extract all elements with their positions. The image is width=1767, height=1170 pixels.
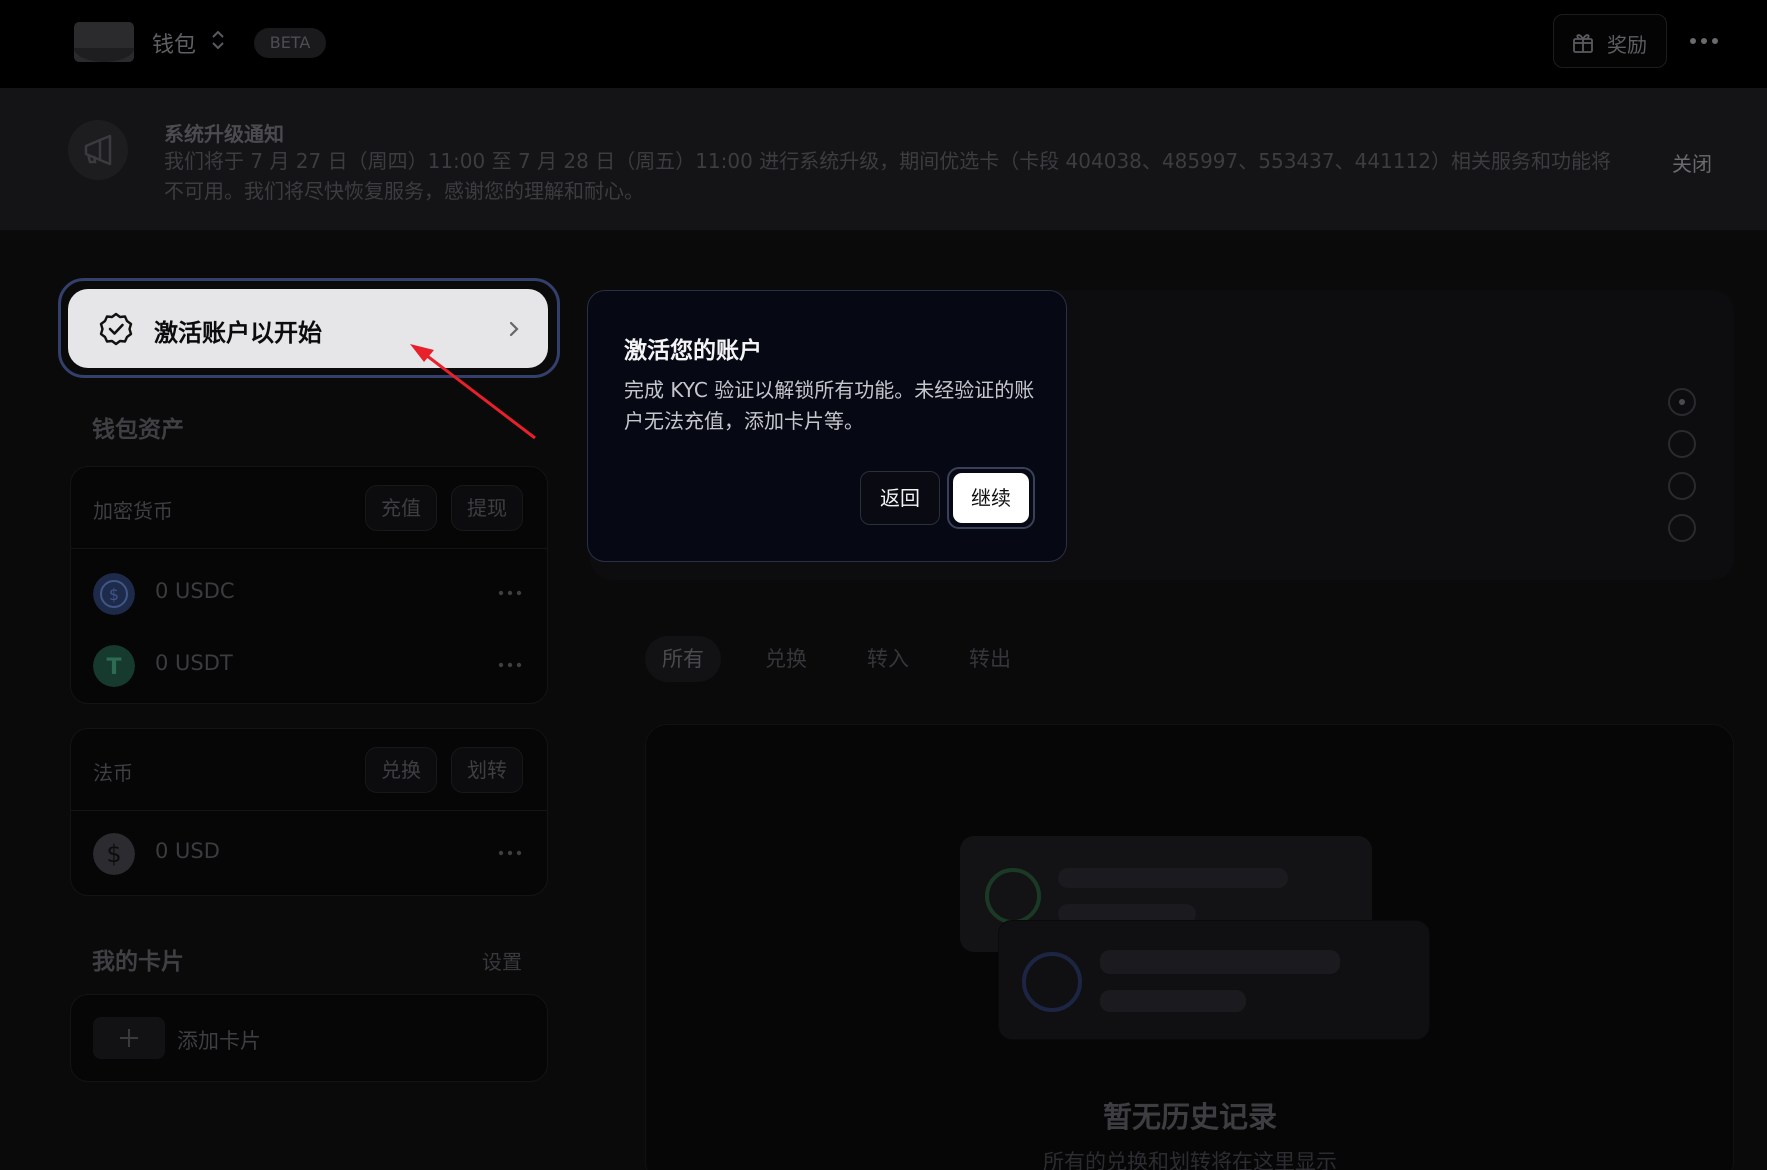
notice-title: 系统升级通知 [164, 122, 284, 146]
notice-text: 我们将于 7 月 27 日（周四）11:00 至 7 月 28 日（周五）11:… [164, 149, 1611, 203]
carousel-dot-1[interactable] [1668, 388, 1696, 416]
transfer-button[interactable]: 划转 [451, 747, 523, 793]
svg-text:$: $ [106, 840, 121, 868]
tab-all[interactable]: 所有 [645, 636, 721, 682]
svg-text:T: T [106, 655, 121, 680]
dollar-icon: $ [93, 833, 135, 875]
continue-button[interactable]: 继续 [953, 473, 1029, 523]
crypto-panel-header: 加密货币 充值 提现 [71, 467, 547, 549]
illustration-circle [985, 868, 1041, 924]
megaphone-icon [68, 120, 128, 180]
wallet-assets-title: 钱包资产 [92, 417, 184, 443]
usdt-icon: T [93, 645, 135, 687]
back-button[interactable]: 返回 [860, 471, 940, 525]
withdraw-button[interactable]: 提现 [451, 485, 523, 531]
gift-icon [1573, 34, 1593, 53]
more-icon[interactable] [1688, 26, 1720, 56]
illustration-line [1100, 990, 1246, 1012]
popover-body: 完成 KYC 验证以解锁所有功能。未经验证的账户无法充值，添加卡片等。 [624, 378, 1035, 433]
crypto-section-name: 加密货币 [93, 499, 173, 523]
rewards-label: 奖励 [1607, 33, 1647, 57]
notice-close-button[interactable]: 关闭 [1672, 148, 1712, 177]
wallet-name[interactable]: 钱包 [152, 27, 196, 59]
popover-title: 激活您的账户 [624, 338, 762, 364]
asset-row-usd[interactable]: $ 0 USD [71, 817, 547, 889]
illustration-line [1100, 950, 1340, 974]
more-icon[interactable] [497, 655, 523, 675]
add-card-panel[interactable]: 添加卡片 [70, 994, 548, 1082]
fiat-panel-header: 法币 兑换 划转 [71, 729, 547, 811]
fiat-section-name: 法币 [93, 761, 133, 785]
empty-history-title: 暂无历史记录 [1102, 1100, 1277, 1134]
my-cards-title: 我的卡片 [92, 949, 184, 975]
illustration-line [1058, 868, 1288, 888]
deposit-button[interactable]: 充值 [365, 485, 437, 531]
crypto-assets-panel: 加密货币 充值 提现 $ 0 USDC T 0 USDT [70, 466, 548, 704]
fiat-assets-panel: 法币 兑换 划转 $ 0 USD [70, 728, 548, 896]
usdt-amount: 0 USDT [155, 651, 233, 675]
usd-amount: 0 USD [155, 839, 220, 863]
usdc-icon: $ [93, 573, 135, 615]
verified-badge-icon [99, 312, 133, 346]
asset-row-usdt[interactable]: T 0 USDT [71, 629, 547, 701]
plus-icon [93, 1017, 165, 1059]
annotation-arrow [410, 344, 536, 440]
empty-history-subtitle: 所有的兑换和划转将在这里显示 [1043, 1150, 1337, 1170]
exchange-button[interactable]: 兑换 [365, 747, 437, 793]
rewards-button[interactable]: 奖励 [1553, 14, 1667, 68]
chevron-right-icon [509, 321, 519, 337]
carousel-dot-3[interactable] [1668, 472, 1696, 500]
carousel-dot-4[interactable] [1668, 514, 1696, 542]
wallet-logo[interactable] [74, 22, 134, 62]
beta-badge: BETA [254, 28, 326, 58]
usdc-amount: 0 USDC [155, 579, 235, 603]
cards-settings-link[interactable]: 设置 [482, 946, 522, 975]
tab-transfer-out[interactable]: 转出 [952, 636, 1028, 682]
activate-label: 激活账户以开始 [154, 319, 322, 347]
tab-transfer-in[interactable]: 转入 [850, 636, 926, 682]
asset-row-usdc[interactable]: $ 0 USDC [71, 557, 547, 629]
add-card-label: 添加卡片 [177, 1029, 261, 1053]
carousel-dot-2[interactable] [1668, 430, 1696, 458]
tab-exchange[interactable]: 兑换 [748, 636, 824, 682]
illustration-circle [1022, 952, 1082, 1012]
more-icon[interactable] [497, 843, 523, 863]
chevron-up-down-icon[interactable] [209, 26, 227, 54]
more-icon[interactable] [497, 583, 523, 603]
activate-account-popover: 激活您的账户 完成 KYC 验证以解锁所有功能。未经验证的账户无法充值，添加卡片… [587, 290, 1067, 562]
top-bar: 钱包 BETA 奖励 [0, 0, 1767, 88]
svg-text:$: $ [109, 585, 119, 604]
